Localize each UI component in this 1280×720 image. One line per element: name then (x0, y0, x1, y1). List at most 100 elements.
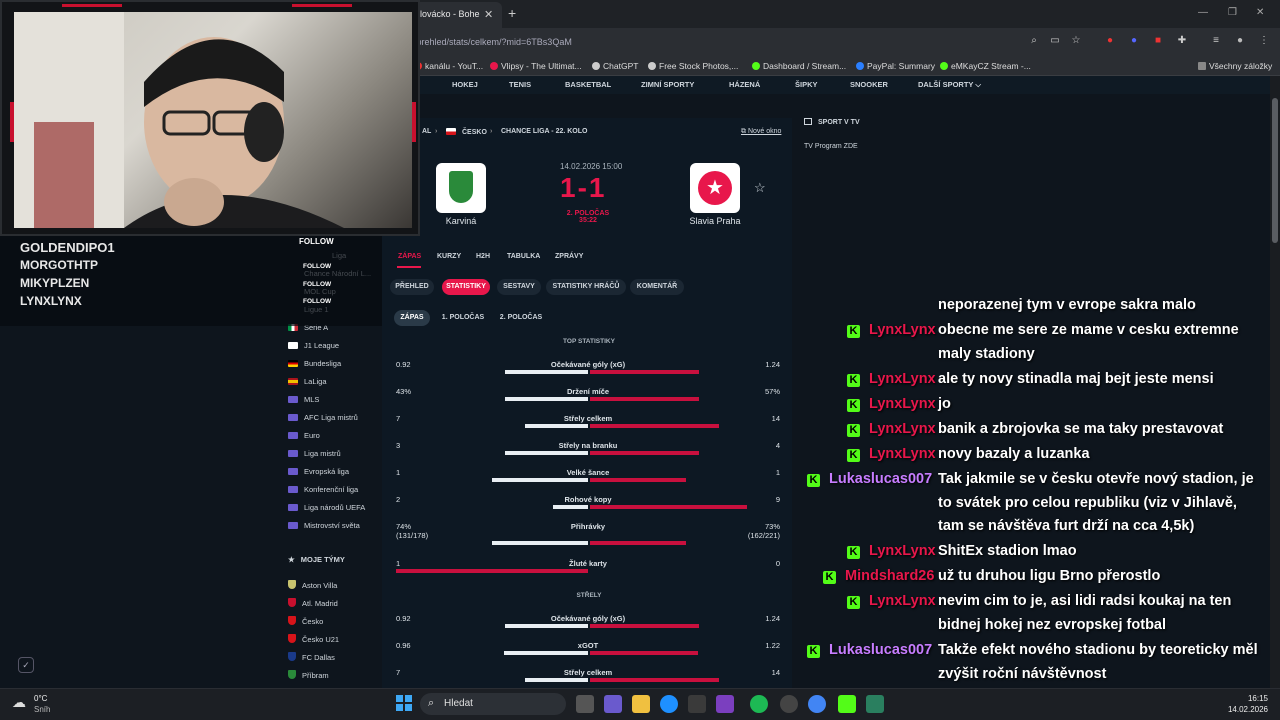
menu-icon[interactable]: ⋮ (1258, 35, 1270, 47)
sport-nav-item[interactable]: ŠIPKY (795, 80, 818, 89)
url-field[interactable]: /prehled/stats/celkem/?mid=6TBs3QaM (414, 33, 1014, 51)
stats-subtab[interactable]: SESTAVY (497, 279, 541, 295)
extension-icon[interactable]: ● (1104, 35, 1116, 47)
all-bookmarks[interactable]: Všechny záložky (1198, 61, 1272, 71)
stats-subtab[interactable]: PŘEHLED (390, 279, 434, 295)
sidebar-league[interactable]: Liga národů UEFA (288, 503, 365, 512)
sidebar-league[interactable]: LaLiga (288, 377, 327, 386)
app-icon[interactable] (716, 695, 734, 713)
sidebar-league[interactable]: Euro (288, 431, 320, 440)
my-team-item[interactable]: Česko (288, 616, 323, 626)
sport-nav-item[interactable]: HOKEJ (452, 80, 478, 89)
away-team-logo[interactable]: ★ (690, 163, 740, 213)
bookmark-item[interactable]: Vlipsy - The Ultimat... (490, 61, 582, 71)
away-team-name[interactable]: Slavia Praha (670, 216, 760, 226)
breadcrumb-country[interactable]: ČESKO (446, 128, 487, 136)
breadcrumb-competition[interactable]: CHANCE LIGA - 22. KOLO (501, 128, 587, 135)
close-window-icon[interactable]: ✕ (1256, 7, 1264, 18)
stats-subtab[interactable]: STATISTIKY HRÁČŮ (546, 279, 626, 295)
scrollbar-thumb[interactable] (1272, 98, 1278, 243)
sport-nav-item[interactable]: SNOOKER (850, 80, 888, 89)
bookmark-item[interactable]: ChatGPT (592, 61, 638, 71)
sidebar-league[interactable]: Mistrovství světa (288, 521, 360, 530)
my-team-item[interactable]: Příbram (288, 670, 329, 680)
avatar[interactable]: ● (1234, 35, 1246, 47)
period-tab[interactable]: ZÁPAS (394, 310, 430, 326)
sport-nav-item[interactable]: HÁZENÁ (729, 80, 760, 89)
search-icon[interactable]: ⌕ (1028, 35, 1040, 47)
stats-subtab[interactable]: KOMENTÁŘ (630, 279, 684, 295)
weather-temp[interactable]: 0°C (34, 694, 47, 703)
maximize-icon[interactable]: ❐ (1228, 7, 1237, 18)
match-tab[interactable]: ZÁPAS (398, 253, 421, 260)
minimize-icon[interactable]: — (1198, 7, 1208, 18)
external-link-icon: ⧉ (741, 128, 748, 135)
sport-nav-item[interactable]: DALŠÍ SPORTY ⌵ (918, 80, 981, 90)
active-tab-underline (397, 266, 421, 268)
chevron-right-icon: › (490, 128, 493, 135)
extension-icon[interactable]: ● (1128, 35, 1140, 47)
edge-icon[interactable] (660, 695, 678, 713)
extensions-puzzle-icon[interactable]: ✚ (1176, 35, 1188, 47)
stat-row: 0.96 1.22 xGOT (396, 641, 780, 661)
file-explorer-icon[interactable] (632, 695, 650, 713)
sport-nav-item[interactable]: ZIMNÍ SPORTY (641, 80, 694, 89)
bookmark-label: kanálu - YouT... (425, 61, 484, 71)
my-team-item[interactable]: Česko U21 (288, 634, 339, 644)
match-tab[interactable]: H2H (476, 253, 490, 260)
store-icon[interactable] (688, 695, 706, 713)
extension-icon[interactable]: ■ (1152, 35, 1164, 47)
stats-subtab[interactable]: STATISTIKY (442, 279, 490, 295)
bookmark-item[interactable]: eMKayCZ Stream -... (940, 61, 1031, 71)
my-team-item[interactable]: FC Dallas (288, 652, 335, 662)
sidebar-league[interactable]: Bundesliga (288, 359, 341, 368)
sidebar-league[interactable]: Liga mistrů (288, 449, 341, 458)
spotify-icon[interactable] (750, 695, 768, 713)
sidebar-league[interactable]: J1 League (288, 341, 339, 350)
clock-time[interactable]: 16:15 (1222, 694, 1268, 703)
breadcrumb-sport[interactable]: AL (422, 128, 431, 135)
weather-snow-icon[interactable]: ☁ (12, 694, 26, 711)
my-team-item[interactable]: Aston Villa (288, 580, 337, 590)
new-window-link[interactable]: ⧉ Nové okno (741, 128, 781, 136)
media-icon[interactable]: ≡ (1210, 35, 1222, 47)
my-team-item[interactable]: Atl. Madrid (288, 598, 338, 608)
sidebar-league[interactable]: Konferenční liga (288, 485, 358, 494)
bookmark-item[interactable]: Dashboard / Stream... (752, 61, 846, 71)
match-tab[interactable]: ZPRÁVY (555, 253, 583, 260)
steam-icon[interactable] (780, 695, 798, 713)
period-tab[interactable]: 1. POLOČAS (436, 310, 490, 326)
sidebar-league-label: AFC Liga mistrů (304, 413, 358, 422)
kick-icon[interactable] (838, 695, 856, 713)
bookmark-item[interactable]: Free Stock Photos,... (648, 61, 738, 71)
period-tab[interactable]: 2. POLOČAS (494, 310, 548, 326)
new-tab-icon[interactable]: + (508, 5, 516, 21)
clock-date[interactable]: 14.02.2026 (1212, 705, 1268, 714)
windows-start-icon[interactable] (396, 695, 412, 711)
home-team-logo[interactable] (436, 163, 486, 213)
teams-icon[interactable] (604, 695, 622, 713)
match-tab[interactable]: KURZY (437, 253, 461, 260)
sidebar-league[interactable]: Evropská liga (288, 467, 349, 476)
sidebar-league-label: LaLiga (304, 377, 327, 386)
taskbar-search[interactable]: ⌕ Hledat (420, 693, 566, 715)
weather-desc[interactable]: Sníh (34, 705, 50, 714)
close-tab-icon[interactable]: ✕ (484, 8, 493, 21)
home-team-name[interactable]: Karviná (416, 216, 506, 226)
sidebar-league[interactable]: AFC Liga mistrů (288, 413, 358, 422)
sidebar-league[interactable]: MLS (288, 395, 319, 404)
cast-icon[interactable]: ▭ (1049, 35, 1061, 47)
favorite-star-icon[interactable]: ☆ (754, 180, 766, 196)
match-tab[interactable]: TABULKA (507, 253, 540, 260)
bookmark-item[interactable]: kanálu - YouT... (414, 61, 483, 71)
sport-nav-item[interactable]: TENIS (509, 80, 531, 89)
star-icon[interactable]: ☆ (1070, 35, 1082, 47)
obs-icon[interactable] (866, 695, 884, 713)
sport-nav-item[interactable]: BASKETBAL (565, 80, 611, 89)
task-view-icon[interactable] (576, 695, 594, 713)
shield-icon[interactable]: ✓ (18, 657, 34, 673)
stat-home-bar (492, 541, 588, 545)
tv-program-link[interactable]: TV Program ZDE (804, 143, 858, 150)
chrome-icon[interactable] (808, 695, 826, 713)
bookmark-item[interactable]: PayPal: Summary (856, 61, 935, 71)
